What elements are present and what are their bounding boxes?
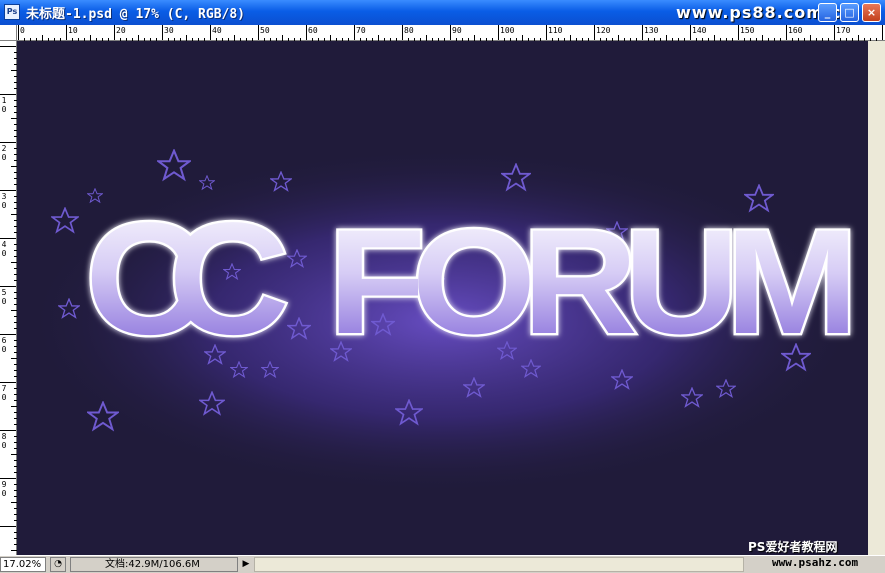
forum-watermark: PS爱好者教程网 xyxy=(748,540,838,554)
ruler-tick xyxy=(0,190,16,191)
ruler-tick xyxy=(498,25,499,40)
vertical-ruler[interactable]: 1 0 2 0 3 0 4 0 5 0 6 0 7 0 8 0 9 0 xyxy=(0,41,17,557)
ruler-label: 110 xyxy=(548,26,563,35)
ruler-tick xyxy=(114,25,115,40)
ruler-tick xyxy=(690,25,691,40)
status-menu-arrow-icon[interactable]: ▶ xyxy=(240,557,252,572)
ruler-tick xyxy=(594,25,595,40)
ruler-label: 130 xyxy=(644,26,659,35)
forum-url-watermark: www.psahz.com xyxy=(772,556,859,569)
ruler-tick xyxy=(0,430,16,431)
ruler-tick xyxy=(834,25,835,40)
document-title: 未标题-1.psd @ 17% (C, RGB/8) xyxy=(26,7,246,22)
ruler-label: 7 0 xyxy=(1,384,7,402)
ruler-tick xyxy=(162,25,163,40)
ruler-tick xyxy=(306,25,307,40)
ruler-label: 30 xyxy=(164,26,174,35)
ruler-label: 80 xyxy=(404,26,414,35)
ruler-tick xyxy=(0,478,16,479)
ruler-label: 160 xyxy=(788,26,803,35)
ruler-label: 0 xyxy=(20,26,25,35)
ruler-tick xyxy=(0,238,16,239)
ruler-tick xyxy=(546,25,547,40)
ruler-label: 50 xyxy=(260,26,270,35)
photoshop-document-icon[interactable]: Ps xyxy=(4,4,20,20)
document-canvas[interactable]: CC FORUM xyxy=(17,41,868,555)
maximize-button[interactable]: □ xyxy=(840,3,859,22)
ruler-tick xyxy=(0,142,16,143)
ruler-label: 3 0 xyxy=(1,192,7,210)
maximize-icon: □ xyxy=(844,6,855,19)
horizontal-ruler[interactable]: 0 10 20 30 40 50 60 70 80 90 100 110 120… xyxy=(17,25,885,41)
ruler-tick xyxy=(0,526,16,527)
ruler-label: 9 0 xyxy=(1,480,7,498)
status-bar: 17.02% ◔ 文档:42.9M/106.6M ▶ xyxy=(0,555,885,573)
minimize-button[interactable]: _ xyxy=(818,3,837,22)
ruler-label: 90 xyxy=(452,26,462,35)
ruler-tick xyxy=(0,334,16,335)
ruler-label: 150 xyxy=(740,26,755,35)
title-lettering: CC FORUM xyxy=(83,187,865,370)
artwork: CC FORUM xyxy=(22,146,865,496)
ruler-tick xyxy=(786,25,787,40)
ruler-tick xyxy=(354,25,355,40)
horizontal-scrollbar[interactable] xyxy=(254,557,744,572)
ruler-tick xyxy=(882,25,883,40)
ruler-origin[interactable] xyxy=(0,25,17,41)
close-button[interactable]: × xyxy=(862,3,881,22)
ruler-label: 120 xyxy=(596,26,611,35)
ruler-label: 6 0 xyxy=(1,336,7,354)
ruler-label: 60 xyxy=(308,26,318,35)
ruler-label: 20 xyxy=(116,26,126,35)
ruler-label: 5 0 xyxy=(1,288,7,306)
ruler-label: 70 xyxy=(356,26,366,35)
ruler-label: 170 xyxy=(836,26,851,35)
ruler-tick xyxy=(642,25,643,40)
ruler-tick xyxy=(0,46,16,47)
ruler-tick xyxy=(0,382,16,383)
ruler-tick xyxy=(738,25,739,40)
ruler-label: 2 0 xyxy=(1,144,7,162)
forum-text: FORUM xyxy=(328,198,849,365)
ruler-tick xyxy=(210,25,211,40)
ruler-label: 10 xyxy=(68,26,78,35)
document-size-info: 文档:42.9M/106.6M xyxy=(70,557,238,572)
ruler-label: 40 xyxy=(212,26,222,35)
ruler-tick xyxy=(66,25,67,40)
ruler-label: 4 0 xyxy=(1,240,7,258)
ruler-tick xyxy=(258,25,259,40)
zoom-level-input[interactable]: 17.02% xyxy=(0,557,46,572)
ruler-tick xyxy=(450,25,451,40)
ruler-label: 1 0 xyxy=(1,96,7,114)
ruler-tick xyxy=(0,94,16,95)
title-bar[interactable]: Ps 未标题-1.psd @ 17% (C, RGB/8) www.ps88.c… xyxy=(0,0,885,25)
minimize-icon: _ xyxy=(824,6,831,19)
close-icon: × xyxy=(866,6,877,19)
ruler-label: 140 xyxy=(692,26,707,35)
ruler-tick xyxy=(402,25,403,40)
ruler-tick xyxy=(18,25,19,40)
ruler-label: 100 xyxy=(500,26,515,35)
navigator-icon[interactable]: ◔ xyxy=(50,557,66,572)
vertical-scrollbar[interactable] xyxy=(868,41,885,555)
ruler-label: 8 0 xyxy=(1,432,7,450)
ruler-tick xyxy=(0,286,16,287)
